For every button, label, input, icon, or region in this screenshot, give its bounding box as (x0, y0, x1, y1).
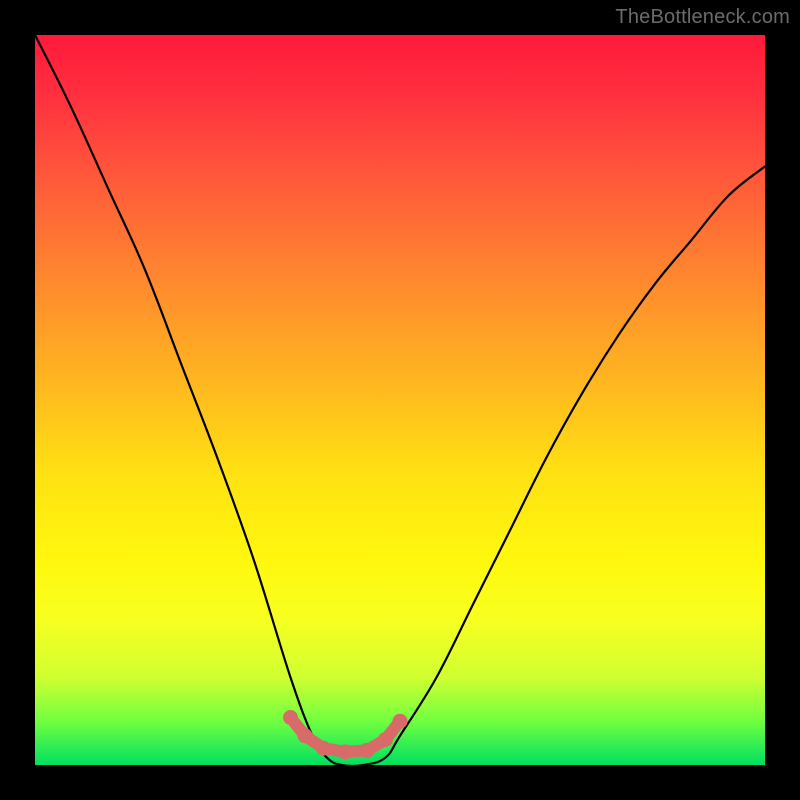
optimal-dot (338, 744, 353, 759)
optimal-dot (360, 743, 375, 758)
plot-area (35, 35, 765, 765)
optimal-range-dots (283, 710, 408, 759)
curve-line (35, 35, 765, 766)
optimal-dot (283, 710, 298, 725)
optimal-dot (393, 714, 408, 729)
optimal-dot (316, 741, 331, 756)
optimal-dot (298, 728, 313, 743)
chart-frame: TheBottleneck.com (0, 0, 800, 800)
bottleneck-curve (35, 35, 765, 765)
optimal-dot (378, 732, 393, 747)
watermark-text: TheBottleneck.com (615, 6, 790, 29)
